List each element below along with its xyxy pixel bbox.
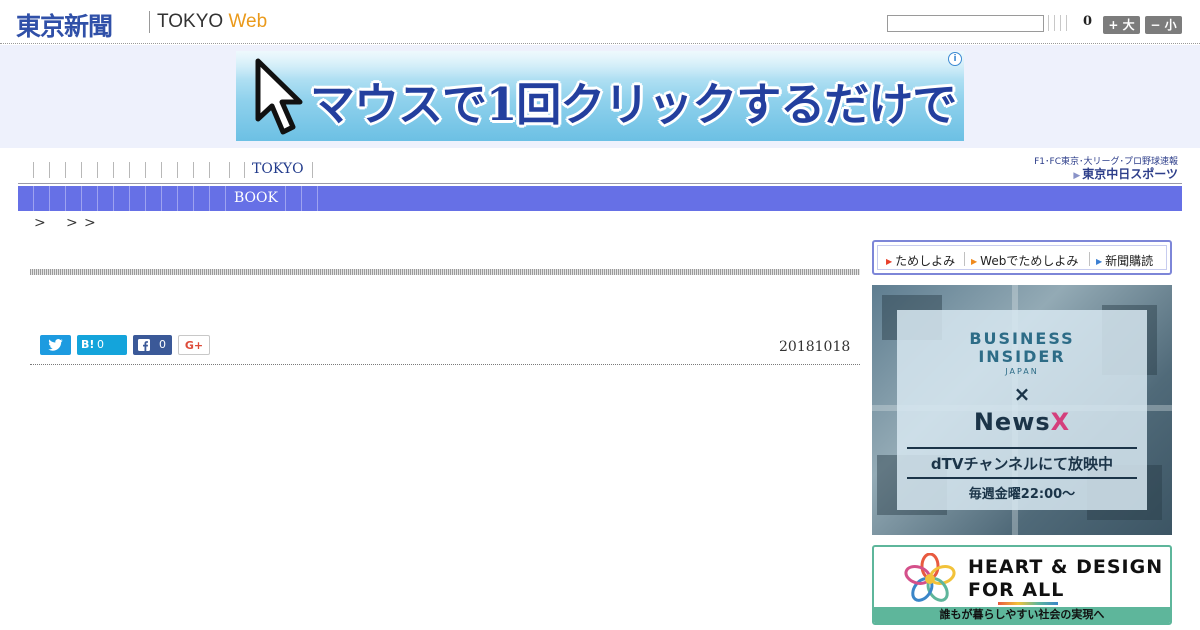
tokyo-web-logo[interactable]: TOKYO Web [157,11,267,33]
facebook-icon [138,339,150,351]
nav-separator [209,162,210,178]
mouse-cursor-icon [255,58,303,135]
nav-separator [113,162,114,178]
twitter-share-button[interactable] [40,335,71,355]
facebook-share-count: 0 [159,338,166,351]
nav-separator [312,162,313,178]
result-count: 0 [1083,14,1093,29]
nav-separator [177,162,178,178]
twitter-bird-icon [48,339,63,351]
subscribe-label: 新聞購読 [1105,254,1154,268]
hatena-bookmark-count: 0 [97,338,104,351]
logo-divider [149,11,150,33]
sub-category-nav: BOOK [18,186,1182,211]
triangle-right-icon: ▶ [1096,257,1103,266]
nav-item-book[interactable]: BOOK [234,190,278,206]
web-trial-reading-label: Webでためしよみ [980,254,1079,268]
heart-design-title: HEART & DESIGN [968,556,1164,578]
article-title-rule [30,269,860,275]
business-insider-ad[interactable]: BUSINESS INSIDER JAPAN × NewsX dTVチャンネルにて… [872,285,1172,535]
article-divider [30,364,860,365]
search-input[interactable] [887,15,1044,32]
font-size-large-button[interactable]: + 大 [1103,16,1140,34]
subscription-links: ▶ ためしよみ ▶ Webでためしよみ ▶ 新聞購読 [872,240,1172,275]
hatena-bookmark-button[interactable]: B! 0 [77,335,127,355]
web-trial-reading-link[interactable]: ▶ Webでためしよみ [971,252,1078,269]
nav-separator [49,162,50,178]
arrow-right-icon: ▶ [1073,171,1081,181]
triangle-right-icon: ▶ [886,257,893,266]
font-size-small-button[interactable]: − 小 [1145,16,1182,34]
broadcast-schedule: 毎週金曜22:00〜 [968,487,1076,502]
subscribe-link[interactable]: ▶ 新聞購読 [1096,252,1153,269]
nav-separator [129,162,130,178]
triangle-right-icon: ▶ [971,257,978,266]
nav-separator [33,162,34,178]
newsx-logo: NewsX [973,408,1071,436]
trial-reading-link[interactable]: ▶ ためしよみ [886,252,955,269]
nav-separator [81,162,82,178]
breadcrumb-separator: > [84,215,96,231]
nav-separator [193,162,194,178]
facebook-share-button[interactable]: 0 [133,335,172,355]
tokyo-web-logo-text: TOKYO [157,11,224,32]
category-nav: TOKYO [18,157,1182,184]
nav-separator [65,162,66,178]
banner-ad[interactable]: マウスで1回クリックするだけで [236,51,964,141]
article-date: 20181018 [779,339,851,355]
business-insider-logo: BUSINESS INSIDER [969,329,1075,366]
banner-area: マウスで1回クリックするだけで i [0,45,1200,148]
heart-and-design-ad[interactable]: HEART & DESIGN FOR ALL 誰もが暮らしやすい社会の実現へ [872,545,1172,625]
trial-reading-label: ためしよみ [895,254,956,268]
nav-separator [97,162,98,178]
collaboration-cross: × [1013,382,1031,406]
nav-item-tokyo[interactable]: TOKYO [252,161,304,177]
heart-design-tagline: 誰もが暮らしやすい社会の実現へ [874,607,1170,623]
ad-info-icon[interactable]: i [948,52,962,66]
nav-separator [161,162,162,178]
tokyo-web-logo-accent: Web [228,11,268,32]
hatena-bookmark-icon: B! [81,338,95,351]
site-header: 東京新聞 TOKYO Web 0 + 大 − 小 [0,0,1200,44]
site-logo[interactable]: 東京新聞 [16,7,113,43]
broadcast-info: dTVチャンネルにて放映中 [930,455,1114,473]
breadcrumb-separator: > [66,215,78,231]
sister-site-logo: 東京中日スポーツ [1082,167,1178,181]
nav-separator [145,162,146,178]
chunichi-sports-link[interactable]: F1･FC東京･大リーグ･プロ野球速報 ▶ 東京中日スポーツ [1026,154,1182,181]
google-plus-share-button[interactable]: G+ [178,335,210,355]
banner-ad-text: マウスで1回クリックするだけで [310,78,957,131]
nav-separator [244,162,245,178]
breadcrumb-separator: > [34,215,46,231]
business-insider-japan: JAPAN [1005,367,1039,376]
heart-design-title-line2: FOR ALL [968,579,1065,601]
nav-separator [229,162,230,178]
search-separators [1048,15,1067,32]
flower-logo-icon [904,553,956,602]
